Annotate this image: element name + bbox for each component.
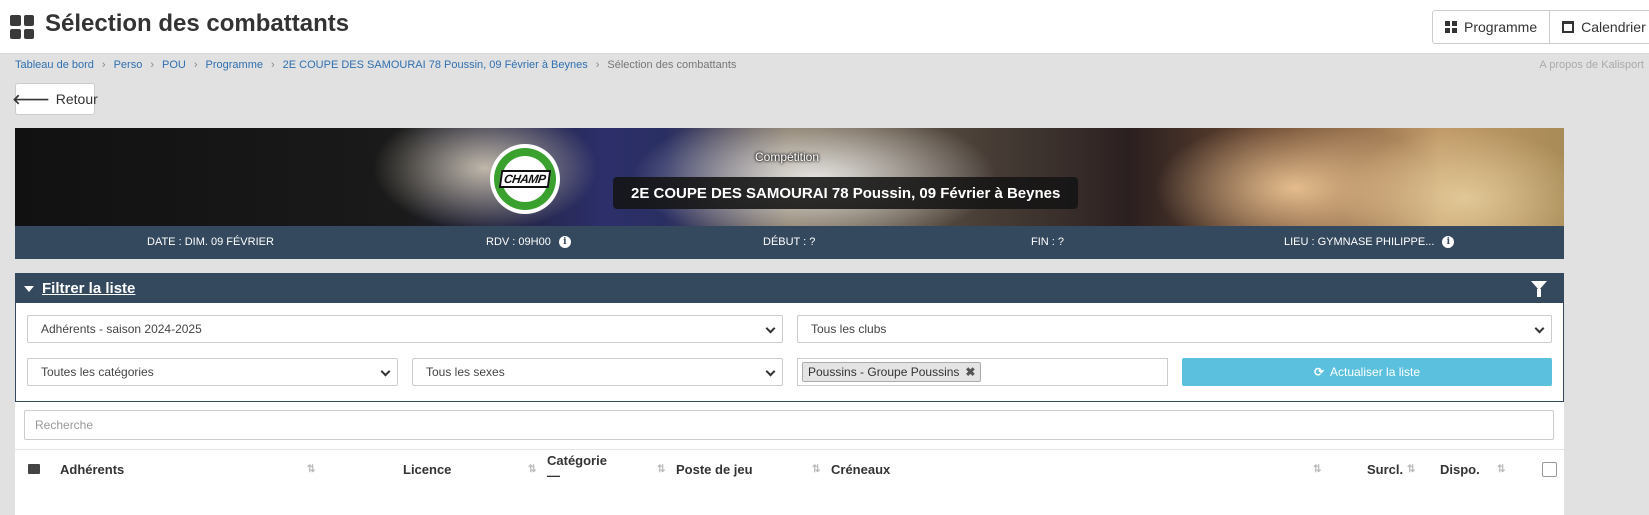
back-button-label: Retour [55, 91, 98, 107]
header-button-group: Programme Calendrier [1432, 10, 1649, 44]
logo-ring: CHAMP [494, 148, 556, 210]
logo-inner: CHAMP [498, 156, 552, 202]
refresh-list-button[interactable]: ⟳ Actualiser la liste [1182, 358, 1552, 386]
breadcrumb-separator: › [270, 59, 275, 71]
search-input[interactable]: Recherche [24, 410, 1554, 440]
breadcrumb-competition[interactable]: 2E COUPE DES SAMOURAI 78 Poussin, 09 Fév… [283, 59, 588, 71]
grid-icon [1445, 21, 1457, 33]
refresh-list-label: Actualiser la liste [1330, 365, 1421, 379]
sort-icon[interactable]: ⇅ [1407, 464, 1415, 475]
chevron-down-icon [765, 323, 776, 334]
categories-select[interactable]: Toutes les catégories [27, 358, 398, 386]
breadcrumb-current: Sélection des combattants [607, 59, 737, 71]
column-categorie[interactable]: Catégorie [547, 453, 607, 468]
adherents-select[interactable]: Adhérents - saison 2024-2025 [27, 315, 783, 343]
filter-title[interactable]: Filtrer la liste [42, 280, 135, 297]
clubs-select[interactable]: Tous les clubs [797, 315, 1552, 343]
select-all-checkbox[interactable] [1542, 462, 1557, 477]
categories-select-value: Toutes les catégories [41, 365, 154, 379]
group-multiselect[interactable]: Poussins - Groupe Poussins ✖ [797, 358, 1168, 386]
caret-down-icon [24, 285, 34, 292]
filter-panel-header[interactable]: Filtrer la liste [16, 274, 1563, 303]
calendrier-button[interactable]: Calendrier [1549, 11, 1649, 43]
sort-icon[interactable]: ⇅ [307, 464, 315, 475]
event-fin: FIN : ? [1031, 236, 1064, 248]
competition-title: 2E COUPE DES SAMOURAI 78 Poussin, 09 Fév… [613, 177, 1079, 209]
breadcrumb-separator: › [595, 59, 600, 71]
search-placeholder: Recherche [35, 418, 94, 432]
programme-button-label: Programme [1464, 19, 1538, 35]
event-lieu: LIEU : GYMNASE PHILIPPE... i [1284, 236, 1455, 248]
column-licence[interactable]: Licence [403, 462, 451, 477]
column-surcl[interactable]: Surcl. [1367, 462, 1403, 477]
group-tag: Poussins - Groupe Poussins ✖ [802, 362, 982, 382]
sort-icon[interactable]: ⇅ [657, 464, 665, 475]
refresh-icon: ⟳ [1313, 365, 1324, 379]
event-date: DATE : DIM. 09 FÉVRIER [147, 236, 274, 248]
top-header: Sélection des combattants Programme Cale… [0, 0, 1649, 54]
event-debut: DÉBUT : ? [763, 236, 815, 248]
event-lieu-text: LIEU : GYMNASE PHILIPPE... [1284, 236, 1435, 248]
programme-button[interactable]: Programme [1433, 11, 1549, 43]
competition-banner: CHAMP Compétition 2E COUPE DES SAMOURAI … [15, 128, 1564, 226]
event-rdv-text: RDV : 09H00 [486, 236, 551, 248]
clubs-select-value: Tous les clubs [811, 322, 887, 336]
breadcrumb-separator: › [150, 59, 154, 71]
chevron-down-icon [380, 366, 391, 377]
info-icon[interactable]: i [1442, 236, 1455, 248]
group-tag-label: Poussins - Groupe Poussins [808, 365, 960, 379]
sort-icon[interactable]: ⇅ [812, 464, 820, 475]
about-link[interactable]: A propos de Kalisport [1539, 59, 1644, 71]
sexes-select[interactable]: Tous les sexes [412, 358, 783, 386]
breadcrumb-perso[interactable]: Perso [114, 59, 143, 71]
event-info-bar: DATE : DIM. 09 FÉVRIER RDV : 09H00 i DÉB… [15, 226, 1564, 259]
column-categorie-sub: — [547, 468, 560, 483]
chevron-down-icon [765, 366, 776, 377]
adherents-select-value: Adhérents - saison 2024-2025 [41, 322, 202, 336]
champ-logo: CHAMP [490, 144, 560, 214]
sort-icon[interactable]: ⇅ [1497, 464, 1505, 475]
table-header: Adhérents ⇅ Licence ⇅ Catégorie — ⇅ Post… [15, 449, 1564, 489]
filter-panel: Filtrer la liste Adhérents - saison 2024… [15, 273, 1564, 402]
column-adherents[interactable]: Adhérents [60, 462, 124, 477]
calendrier-button-label: Calendrier [1581, 19, 1646, 35]
breadcrumb-tableau-de-bord[interactable]: Tableau de bord [15, 59, 94, 71]
close-icon[interactable]: ✖ [965, 365, 975, 379]
list-area: Recherche Adhérents ⇅ Licence ⇅ Catégori… [15, 402, 1564, 515]
event-date-text: DATE : DIM. 09 FÉVRIER [147, 236, 274, 248]
sort-icon[interactable]: ⇅ [528, 464, 536, 475]
arrow-left-icon: 🡐 [12, 90, 50, 107]
page-title: Sélection des combattants [45, 10, 350, 37]
breadcrumb-separator: › [193, 59, 198, 71]
breadcrumb-programme[interactable]: Programme [206, 59, 263, 71]
filter-icon[interactable] [1531, 281, 1547, 297]
chevron-down-icon [1534, 323, 1545, 334]
column-poste-de-jeu[interactable]: Poste de jeu [676, 462, 753, 477]
event-fin-text: FIN : ? [1031, 236, 1065, 248]
event-rdv: RDV : 09H00 i [486, 236, 571, 248]
event-debut-text: DÉBUT : ? [763, 236, 816, 248]
image-icon [28, 464, 40, 474]
breadcrumb: Tableau de bord › Perso › POU › Programm… [15, 59, 736, 71]
breadcrumb-pou[interactable]: POU [162, 59, 186, 71]
dashboard-grid-icon [10, 15, 34, 39]
logo-text: CHAMP [498, 170, 552, 188]
sort-icon[interactable]: ⇅ [1313, 464, 1321, 475]
back-button[interactable]: 🡐 Retour [12, 83, 98, 115]
info-icon[interactable]: i [558, 236, 571, 248]
column-dispo[interactable]: Dispo. [1440, 462, 1480, 477]
sexes-select-value: Tous les sexes [426, 365, 505, 379]
calendar-icon [1562, 21, 1575, 33]
column-creneaux[interactable]: Créneaux [831, 462, 890, 477]
competition-label: Compétition [755, 150, 820, 164]
breadcrumb-separator: › [101, 59, 106, 71]
